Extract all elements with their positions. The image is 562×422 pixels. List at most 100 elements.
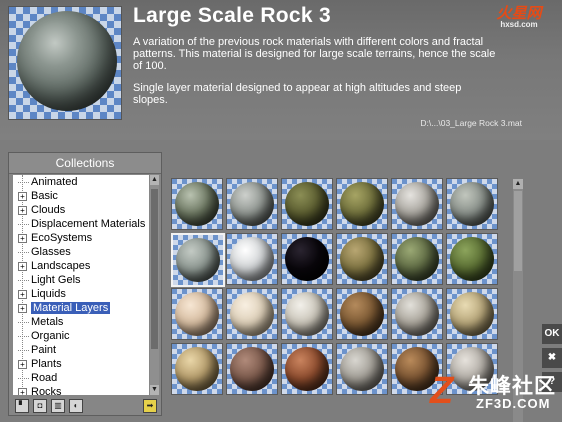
collection-item[interactable]: + Liquids	[13, 287, 149, 301]
expand-plus-icon[interactable]: +	[18, 290, 27, 299]
material-file-path: D:\...\03_Large Rock 3.mat	[420, 118, 522, 128]
collection-item-label: Material Layers	[31, 302, 111, 314]
mossy-rock-sphere-icon	[175, 182, 219, 226]
material-preview	[8, 6, 122, 120]
material-swatch[interactable]	[226, 343, 278, 395]
scroll-thumb[interactable]	[151, 189, 158, 349]
collection-item[interactable]: + Material Layers	[13, 301, 149, 315]
white-stone-sphere-icon	[230, 237, 274, 281]
collections-scrollbar[interactable]: ▲ ▼	[150, 175, 159, 395]
material-swatch[interactable]	[226, 233, 278, 285]
collection-item[interactable]: Displacement Materials	[13, 217, 149, 231]
material-swatch[interactable]	[391, 178, 443, 230]
weathered-rock-sphere-icon	[450, 182, 494, 226]
collections-title: Collections	[9, 153, 161, 174]
refresh-icon[interactable]: ◐	[69, 399, 83, 413]
material-swatch[interactable]	[281, 343, 333, 395]
scroll-thumb[interactable]	[514, 191, 522, 271]
granite-sphere-icon	[395, 182, 439, 226]
rock-sphere-preview-icon	[17, 11, 117, 111]
material-swatch[interactable]	[171, 343, 223, 395]
collection-item-label: Animated	[31, 176, 78, 188]
expand-plus-icon[interactable]: +	[18, 360, 27, 369]
expand-plus-icon[interactable]: +	[18, 234, 27, 243]
collection-item-label: Basic	[31, 190, 58, 202]
collection-item[interactable]: Organic	[13, 329, 149, 343]
new-collection-icon[interactable]: ▘	[15, 399, 29, 413]
material-swatch[interactable]	[336, 288, 388, 340]
collection-item-label: Displacement Materials	[31, 218, 146, 230]
wavy-sand-sphere-icon	[230, 292, 274, 336]
olive-sphere-icon	[340, 182, 384, 226]
description-paragraph-1: A variation of the previous rock materia…	[133, 36, 496, 72]
material-description: A variation of the previous rock materia…	[133, 36, 498, 116]
expand-plus-icon[interactable]: +	[18, 192, 27, 201]
collection-item[interactable]: Paint	[13, 343, 149, 357]
collection-item[interactable]: Metals	[13, 315, 149, 329]
collection-item[interactable]: Animated	[13, 175, 149, 189]
collection-item-label: Glasses	[31, 246, 71, 258]
material-swatch[interactable]	[171, 178, 223, 230]
green-moss-sphere-icon	[285, 182, 329, 226]
material-swatch[interactable]	[446, 233, 498, 285]
description-paragraph-2: Single layer material designed to appear…	[133, 82, 462, 106]
collections-panel: Collections Animated + Basic + Clouds Displac…	[8, 152, 162, 416]
material-swatch[interactable]	[171, 288, 223, 340]
material-info-panel: Large Scale Rock 3 A variation of the pr…	[0, 0, 562, 140]
hxsd-watermark-logo: 火星网 hxsd.com	[484, 2, 554, 29]
delete-icon[interactable]: ▥	[51, 399, 65, 413]
zf3d-en-text: ZF3D.COM	[476, 396, 551, 411]
collection-item[interactable]: Light Gels	[13, 273, 149, 287]
scroll-down-arrow-icon[interactable]: ▼	[150, 385, 159, 395]
material-swatch[interactable]	[281, 178, 333, 230]
collection-item[interactable]: Road	[13, 371, 149, 385]
expand-plus-icon[interactable]: +	[18, 304, 27, 313]
expand-plus-icon[interactable]: +	[18, 262, 27, 271]
collection-item[interactable]: + Rocks	[13, 385, 149, 395]
lock-icon[interactable]: ◘	[33, 399, 47, 413]
material-swatch[interactable]	[281, 233, 333, 285]
material-swatch[interactable]	[391, 233, 443, 285]
collections-toolbar: ▘ ◘ ▥ ◐ ➡	[13, 399, 161, 413]
collection-item[interactable]: Glasses	[13, 245, 149, 259]
material-swatch[interactable]	[446, 288, 498, 340]
material-swatch[interactable]	[391, 288, 443, 340]
scroll-up-arrow-icon[interactable]: ▲	[513, 179, 523, 189]
material-swatch[interactable]	[281, 288, 333, 340]
expand-plus-icon[interactable]: +	[18, 206, 27, 215]
collections-tree[interactable]: Animated + Basic + Clouds Displacement Materi…	[13, 175, 149, 395]
ok-button[interactable]: OK	[542, 324, 562, 344]
material-swatch[interactable]	[226, 288, 278, 340]
sandstone-sphere-icon	[175, 292, 219, 336]
collection-item[interactable]: + Plants	[13, 357, 149, 371]
tree-branch-line	[18, 280, 29, 281]
collection-item-label: Clouds	[31, 204, 66, 216]
chalk-rock-sphere-icon	[285, 292, 329, 336]
collection-item[interactable]: + Clouds	[13, 203, 149, 217]
rust-rock-sphere-icon	[285, 347, 329, 391]
cancel-button[interactable]: ✖	[542, 348, 562, 368]
material-swatch[interactable]	[336, 343, 388, 395]
go-arrow-icon[interactable]: ➡	[143, 399, 157, 413]
material-swatch[interactable]	[226, 178, 278, 230]
large-scale-rock-sphere-icon	[176, 238, 220, 282]
tree-branch-line	[18, 224, 29, 225]
tree-branch-line	[18, 182, 29, 183]
collection-item-label: Metals	[31, 316, 64, 328]
tree-branch-line	[18, 252, 29, 253]
collection-item[interactable]: + Landscapes	[13, 259, 149, 273]
collection-item-label: Plants	[31, 358, 62, 370]
material-swatch[interactable]	[446, 178, 498, 230]
grass-sphere-icon	[450, 237, 494, 281]
expand-plus-icon[interactable]: +	[18, 388, 27, 395]
scroll-up-arrow-icon[interactable]: ▲	[150, 175, 159, 185]
material-swatch[interactable]	[171, 233, 225, 287]
lichen-sphere-icon	[395, 237, 439, 281]
material-swatch[interactable]	[336, 178, 388, 230]
brown-rock-sphere-icon	[340, 292, 384, 336]
collection-item[interactable]: + EcoSystems	[13, 231, 149, 245]
material-swatch[interactable]	[336, 233, 388, 285]
tree-branch-line	[18, 336, 29, 337]
collection-item[interactable]: + Basic	[13, 189, 149, 203]
moss-sphere-icon	[340, 237, 384, 281]
